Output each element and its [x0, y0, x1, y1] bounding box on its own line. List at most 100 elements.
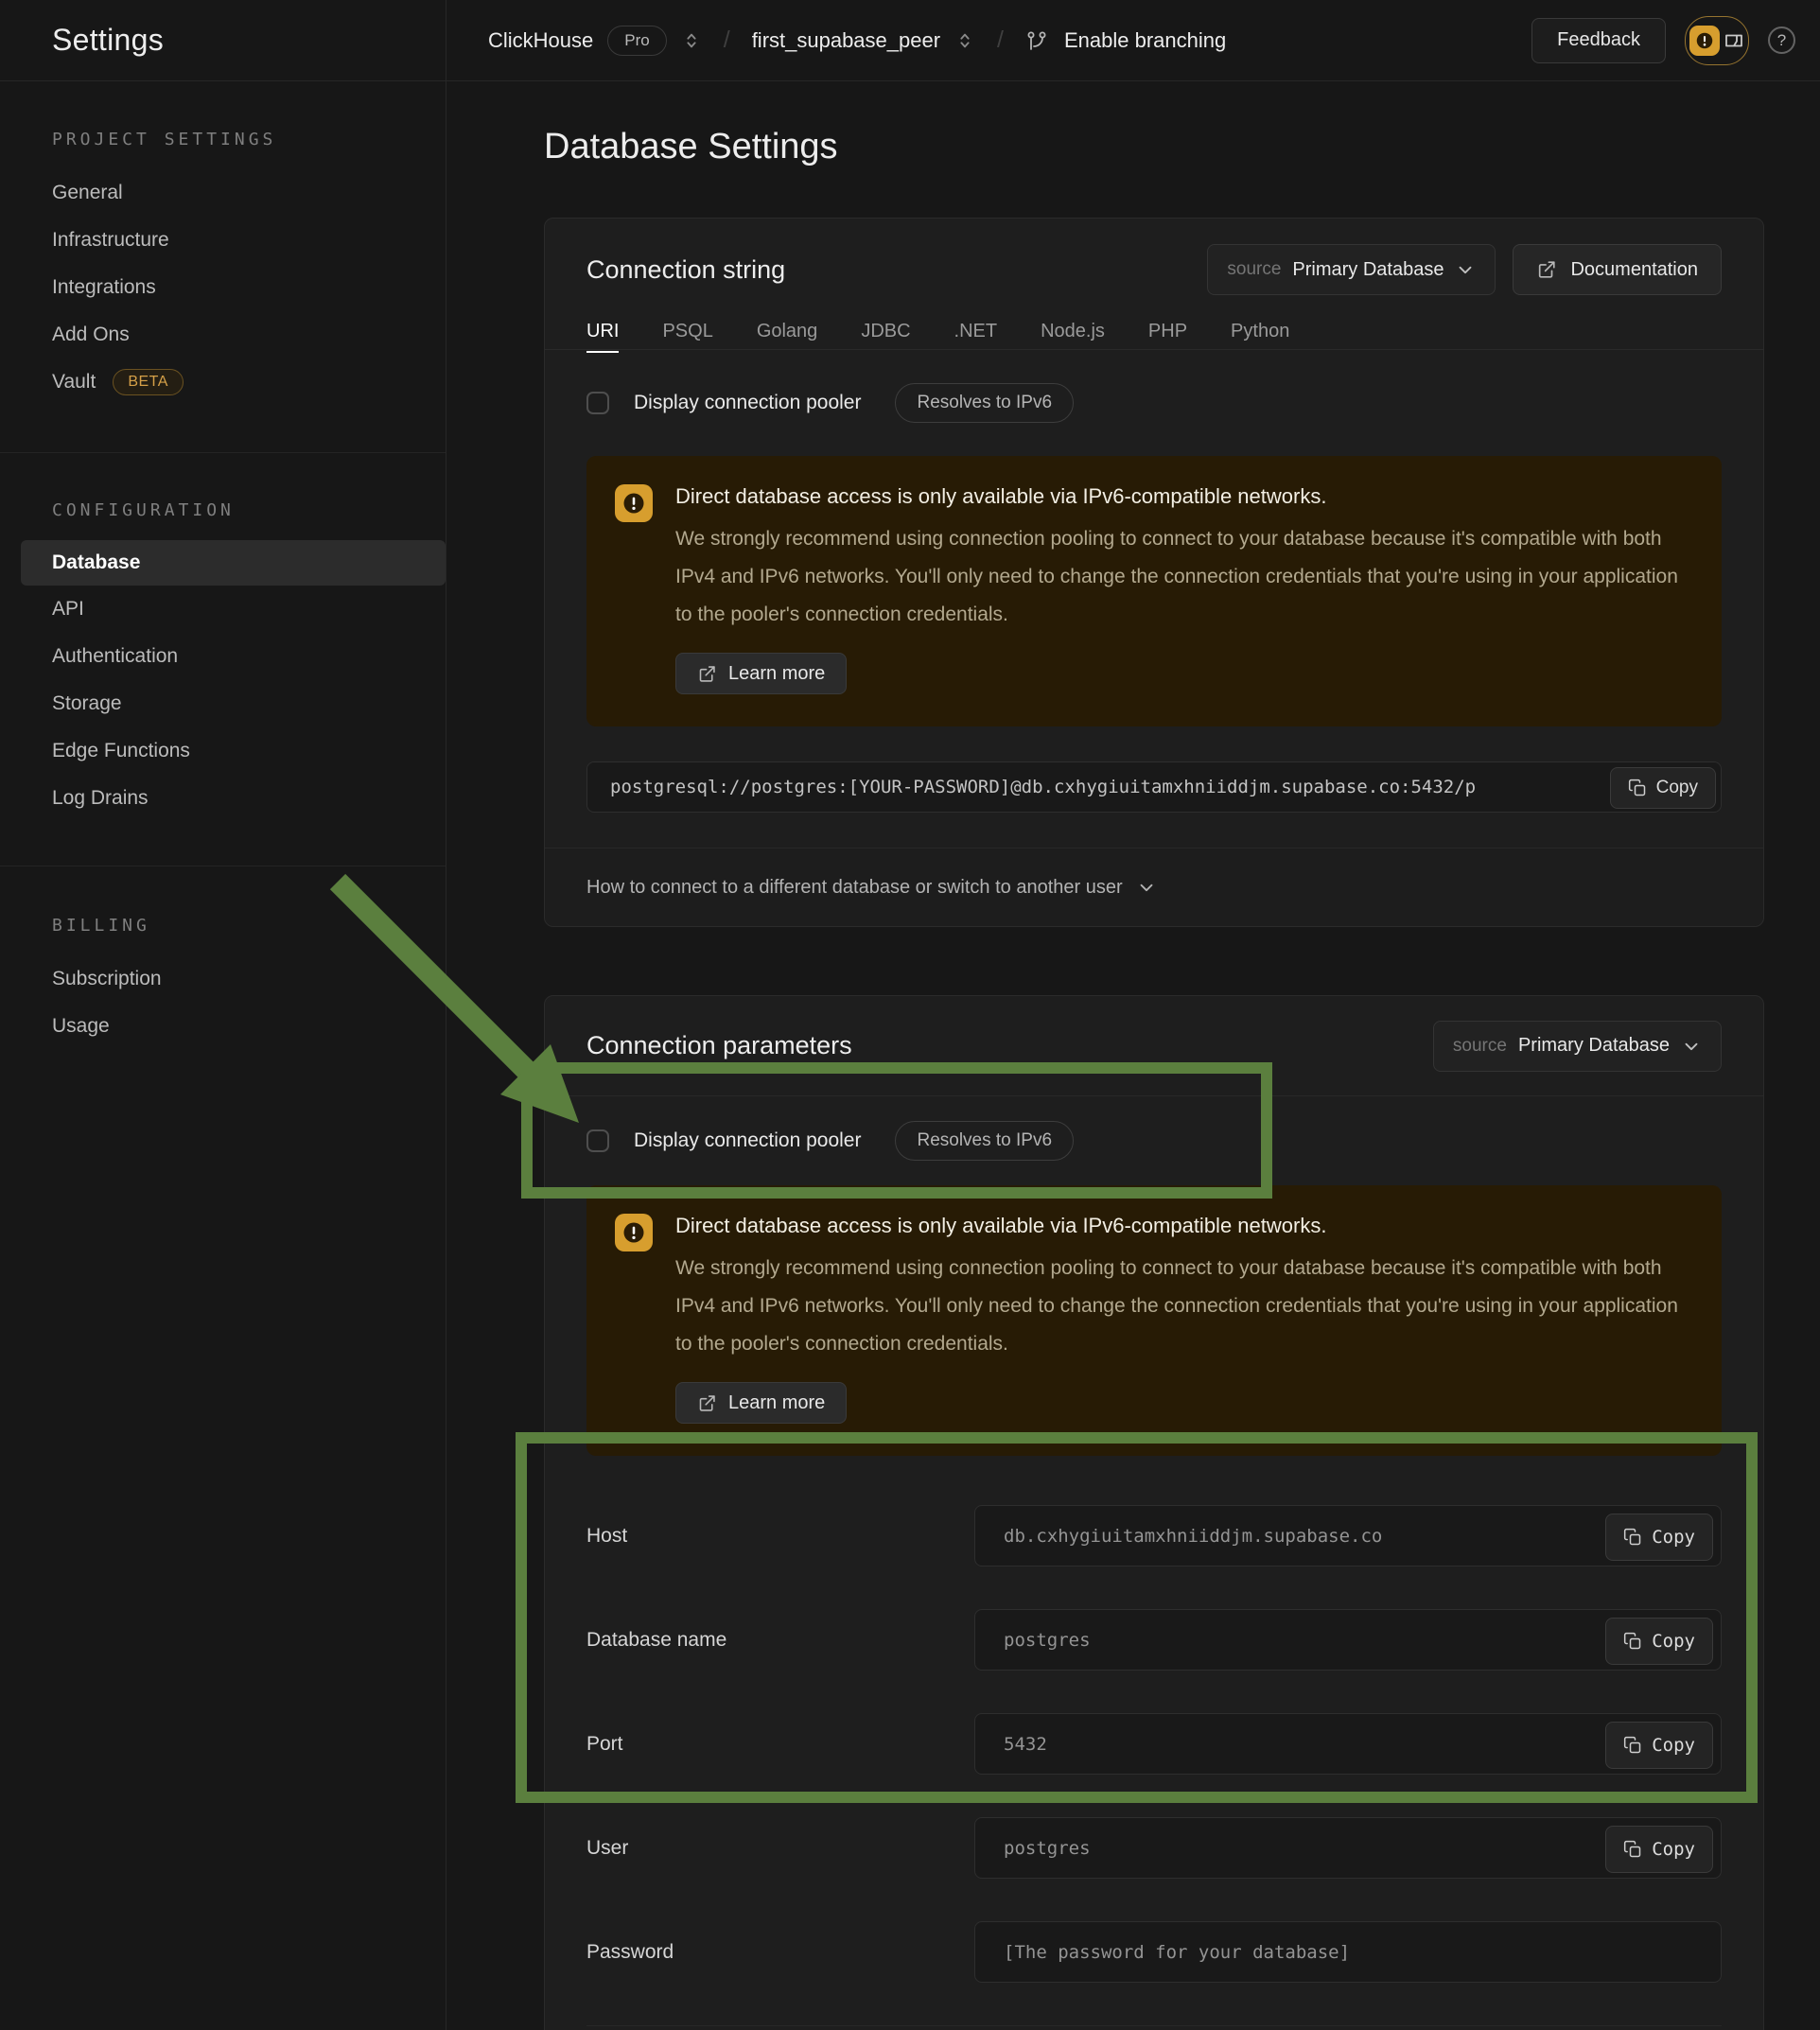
sidebar-item-vault[interactable]: Vault BETA [0, 359, 446, 406]
documentation-button[interactable]: Documentation [1513, 244, 1722, 295]
ipv6-warning-banner: Direct database access is only available… [586, 456, 1722, 726]
connection-string-title: Connection string [586, 255, 785, 285]
password-placeholder: [The password for your database] [1004, 1942, 1350, 1963]
sidebar-item-add-ons[interactable]: Add Ons [0, 311, 446, 359]
tab-golang[interactable]: Golang [757, 321, 818, 351]
ipv6-warning-banner: Direct database access is only available… [586, 1185, 1722, 1456]
host-field[interactable]: db.cxhygiuitamxhniiddjm.supabase.co Copy [974, 1505, 1722, 1566]
warning-body: Direct database access is only available… [675, 484, 1689, 694]
feedback-button[interactable]: Feedback [1531, 18, 1666, 63]
pooler-label: Display connection pooler [634, 392, 861, 414]
database-name-label: Database name [586, 1629, 974, 1652]
source-select-value: Primary Database [1518, 1035, 1670, 1057]
sidebar-item-general[interactable]: General [0, 169, 446, 217]
chevron-down-icon [1136, 877, 1157, 898]
host-label: Host [586, 1525, 974, 1548]
user-field[interactable]: postgres Copy [974, 1817, 1722, 1879]
tab-nodejs[interactable]: Node.js [1041, 321, 1105, 351]
source-select-value: Primary Database [1292, 259, 1444, 281]
card-divider [586, 2025, 1722, 2026]
org-notification-button[interactable] [1685, 16, 1749, 65]
connection-uri-row: postgresql://postgres:[YOUR-PASSWORD]@db… [586, 761, 1722, 813]
warning-body: Direct database access is only available… [675, 1214, 1689, 1424]
copy-host-button[interactable]: Copy [1605, 1514, 1713, 1561]
sidebar-item-api[interactable]: API [0, 586, 446, 633]
tab-python[interactable]: Python [1231, 321, 1289, 351]
sidebar-item-edge-functions[interactable]: Edge Functions [0, 727, 446, 775]
connection-parameter-rows: Host db.cxhygiuitamxhniiddjm.supabase.co… [545, 1456, 1763, 2026]
sidebar-item-integrations[interactable]: Integrations [0, 264, 446, 311]
breadcrumb-org[interactable]: ClickHouse [488, 28, 593, 53]
sidebar-item-label: Database [52, 551, 140, 574]
port-value: 5432 [1004, 1734, 1047, 1755]
source-select[interactable]: source Primary Database [1207, 244, 1496, 295]
display-connection-pooler-checkbox[interactable] [586, 1129, 609, 1152]
display-connection-pooler-checkbox[interactable] [586, 392, 609, 414]
host-row: Host db.cxhygiuitamxhniiddjm.supabase.co… [586, 1505, 1722, 1566]
sidebar-item-infrastructure[interactable]: Infrastructure [0, 217, 446, 264]
database-name-value: postgres [1004, 1630, 1091, 1651]
tab-php[interactable]: PHP [1148, 321, 1187, 351]
help-button[interactable]: ? [1768, 26, 1795, 54]
copy-user-button[interactable]: Copy [1605, 1826, 1713, 1873]
main-content: Database Settings Connection string sour… [446, 80, 1820, 2030]
sidebar-item-label: Edge Functions [52, 740, 190, 762]
source-select[interactable]: source Primary Database [1433, 1021, 1722, 1072]
copy-port-button[interactable]: Copy [1605, 1722, 1713, 1769]
enable-branching-button[interactable]: Enable branching [1064, 28, 1226, 53]
external-link-icon [1536, 259, 1557, 280]
tab-jdbc[interactable]: JDBC [861, 321, 910, 351]
sidebar-item-label: Subscription [52, 968, 162, 990]
copy-label: Copy [1652, 1527, 1695, 1548]
warning-text: We strongly recommend using connection p… [675, 1250, 1689, 1363]
copy-icon [1623, 1528, 1642, 1547]
documentation-label: Documentation [1570, 259, 1698, 281]
sidebar-item-log-drains[interactable]: Log Drains [0, 775, 446, 822]
top-bar: Settings ClickHouse Pro / first_supabase… [0, 0, 1820, 81]
source-select-label: source [1227, 259, 1281, 280]
learn-more-button[interactable]: Learn more [675, 1382, 847, 1424]
sidebar-item-label: API [52, 598, 84, 621]
sidebar-item-authentication[interactable]: Authentication [0, 633, 446, 680]
connection-uri-field[interactable]: postgresql://postgres:[YOUR-PASSWORD]@db… [586, 761, 1722, 813]
org-warning-icon [1689, 26, 1720, 56]
sidebar-item-label: Integrations [52, 276, 156, 299]
user-label: User [586, 1837, 974, 1860]
source-select-label: source [1453, 1036, 1507, 1057]
sidebar-item-subscription[interactable]: Subscription [0, 955, 446, 1003]
sidebar-item-usage[interactable]: Usage [0, 1003, 446, 1050]
connect-different-database-link[interactable]: How to connect to a different database o… [545, 848, 1763, 926]
warning-text: We strongly recommend using connection p… [675, 520, 1689, 634]
tab-dotnet[interactable]: .NET [954, 321, 998, 351]
breadcrumb-project[interactable]: first_supabase_peer [752, 28, 940, 53]
breadcrumb-separator: / [997, 26, 1004, 54]
database-name-field[interactable]: postgres Copy [974, 1609, 1722, 1671]
port-field[interactable]: 5432 Copy [974, 1713, 1722, 1775]
tab-psql[interactable]: PSQL [662, 321, 712, 351]
top-bar-actions: Feedback ? [1531, 16, 1795, 65]
pooler-row: Display connection pooler Resolves to IP… [545, 350, 1763, 456]
copy-uri-button[interactable]: Copy [1610, 767, 1716, 809]
password-field[interactable]: [The password for your database] [974, 1921, 1722, 1983]
learn-more-label: Learn more [728, 1392, 825, 1414]
sidebar-item-storage[interactable]: Storage [0, 680, 446, 727]
copy-label: Copy [1652, 1631, 1695, 1652]
project-selector-icon[interactable] [954, 30, 975, 51]
sidebar-section-billing: BILLING Subscription Usage [0, 866, 446, 1088]
sidebar-item-label: General [52, 182, 123, 204]
sidebar-item-label: Log Drains [52, 787, 149, 810]
learn-more-label: Learn more [728, 663, 825, 685]
pooler-row: Display connection pooler Resolves to IP… [545, 1096, 1763, 1185]
learn-more-button[interactable]: Learn more [675, 653, 847, 694]
copy-icon [1623, 1632, 1642, 1651]
sidebar-item-database[interactable]: Database [21, 540, 446, 586]
org-selector-icon[interactable] [681, 30, 702, 51]
copy-label: Copy [1656, 778, 1698, 798]
resolves-ipv6-badge: Resolves to IPv6 [895, 383, 1074, 423]
copy-database-name-button[interactable]: Copy [1605, 1618, 1713, 1665]
pooler-label: Display connection pooler [634, 1129, 861, 1152]
tab-uri[interactable]: URI [586, 321, 619, 353]
chevron-down-icon [1681, 1036, 1702, 1057]
sidebar-item-label: Add Ons [52, 324, 130, 346]
panel-icon [1723, 29, 1745, 52]
